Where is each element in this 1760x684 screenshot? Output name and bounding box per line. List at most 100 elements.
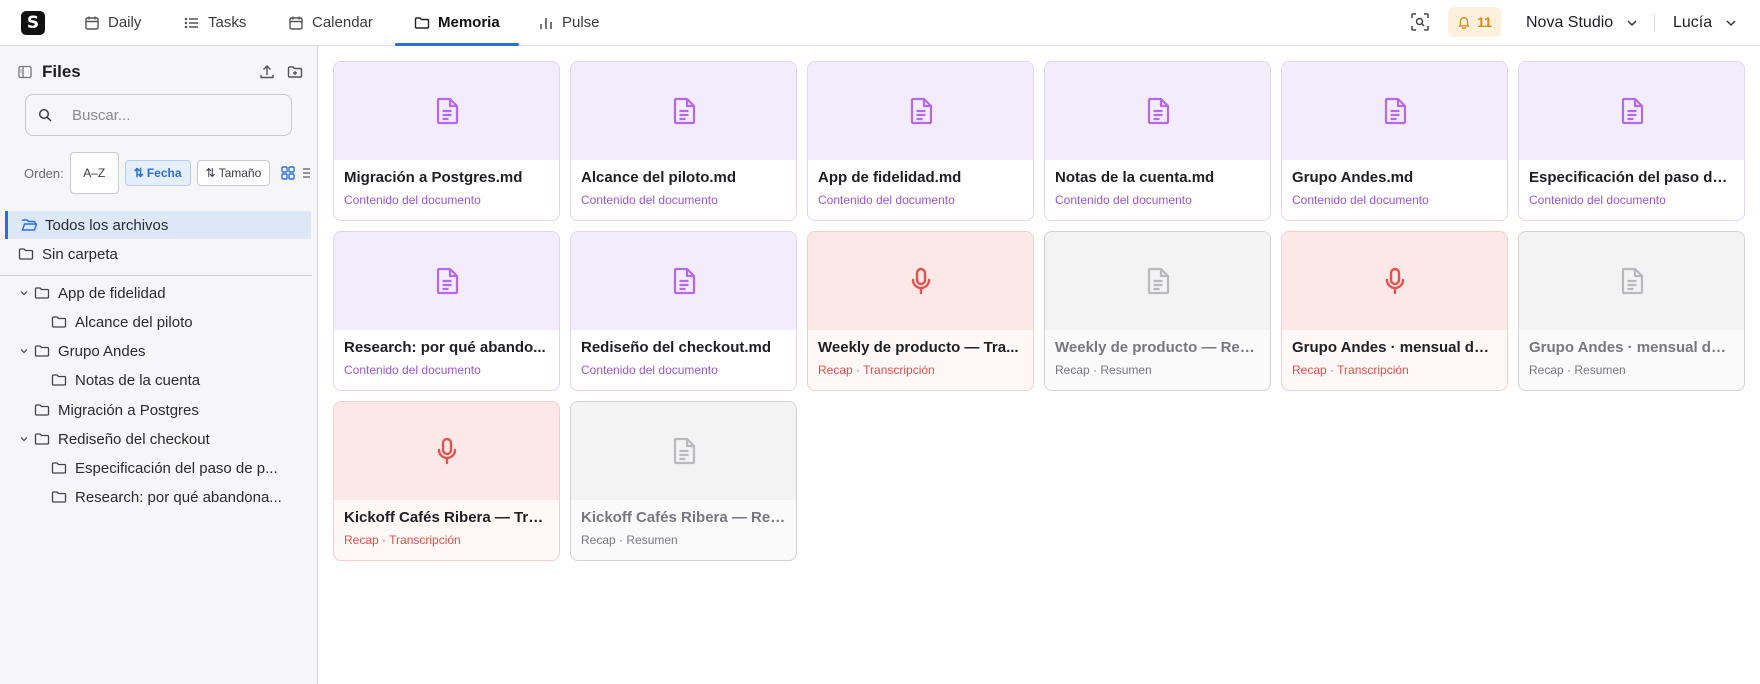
tree-item-research[interactable]: Research: por qué abandona... <box>51 483 282 511</box>
folder-icon <box>414 16 430 29</box>
file-meta: Contenido del documento <box>1292 193 1429 207</box>
tab-pulse[interactable]: Pulse <box>538 0 600 45</box>
calendar-icon <box>289 16 303 30</box>
search-input[interactable] <box>72 95 282 135</box>
tree-item-no-folder[interactable]: Sin carpeta <box>18 240 118 268</box>
file-name: Grupo Andes.md <box>1292 169 1414 186</box>
file-name: Kickoff Cafés Ribera — Tra... <box>344 509 549 526</box>
tree-item-label: Notas de la cuenta <box>75 371 201 389</box>
tree-item-app-fidelidad[interactable]: App de fidelidad <box>20 279 166 307</box>
document-icon <box>436 267 458 295</box>
file-meta: Recap · Transcripción <box>1292 363 1409 377</box>
sort-az-button[interactable]: A–Z <box>69 152 119 194</box>
list-view-icon[interactable] <box>302 166 311 180</box>
new-folder-icon[interactable] <box>287 64 303 80</box>
file-meta: Recap · Transcripción <box>818 363 935 377</box>
file-card[interactable]: Notas de la cuenta.md Contenido del docum… <box>1044 61 1271 221</box>
tree-item-notas-cuenta[interactable]: Notas de la cuenta <box>51 366 200 394</box>
file-card[interactable]: Rediseño del checkout.md Contenido del do… <box>570 231 797 391</box>
tree-item-rediseno-checkout[interactable]: Rediseño del checkout <box>20 425 210 453</box>
file-meta: Contenido del documento <box>1055 193 1192 207</box>
document-icon <box>1147 97 1169 125</box>
file-card[interactable]: Alcance del piloto.md Contenido del docum… <box>570 61 797 221</box>
file-card[interactable]: Research: por qué abando... Contenido del… <box>333 231 560 391</box>
grid-view-icon[interactable] <box>280 165 296 181</box>
file-card[interactable]: Grupo Andes.md Contenido del documento <box>1281 61 1508 221</box>
notifications-button[interactable]: 11 <box>1448 7 1501 37</box>
document-icon <box>673 97 695 125</box>
folder-icon <box>34 345 50 357</box>
folder-icon <box>18 248 34 260</box>
upload-icon[interactable] <box>259 64 275 80</box>
tree-item-grupo-andes[interactable]: Grupo Andes <box>20 337 146 365</box>
folder-icon <box>51 374 67 386</box>
top-bar: S Daily Tasks Calendar Memoria Pulse 11 … <box>0 0 1760 46</box>
document-icon <box>1384 97 1406 125</box>
file-name: App de fidelidad.md <box>818 169 962 186</box>
tab-label: Pulse <box>562 14 600 31</box>
divider <box>1654 14 1655 32</box>
tree-item-label: Alcance del piloto <box>75 313 193 331</box>
file-thumbnail <box>1045 232 1270 330</box>
sort-az-label: A–Z <box>83 165 106 180</box>
file-card[interactable]: Grupo Andes · mensual de ... Recap · Resu… <box>1518 231 1745 391</box>
sidebar-toggle-icon[interactable] <box>18 65 32 79</box>
scan-icon[interactable] <box>1410 12 1430 32</box>
sort-size-button[interactable]: ⇅ Tamaño <box>196 160 271 186</box>
tab-memoria[interactable]: Memoria <box>395 0 519 46</box>
microphone-icon <box>437 437 456 465</box>
file-card[interactable]: Weekly de producto — Tra... Recap · Trans… <box>807 231 1034 391</box>
tree-item-label: Todos los archivos <box>45 216 169 234</box>
file-thumbnail <box>334 62 559 160</box>
tab-daily[interactable]: Daily <box>84 0 141 45</box>
document-icon <box>673 437 695 465</box>
file-card[interactable]: Migración a Postgres.md Contenido del doc… <box>333 61 560 221</box>
chevron-down-icon[interactable] <box>19 288 29 298</box>
file-thumbnail <box>334 402 559 500</box>
document-icon <box>1621 97 1643 125</box>
file-card[interactable]: Especificación del paso de ... Contenido … <box>1518 61 1745 221</box>
tree-item-all-files[interactable]: Todos los archivos <box>5 211 311 239</box>
tree-item-alcance-piloto[interactable]: Alcance del piloto <box>51 308 193 336</box>
file-thumbnail <box>1519 62 1744 160</box>
chevron-down-icon[interactable] <box>19 346 29 356</box>
file-card[interactable]: Kickoff Cafés Ribera — Res... Recap · Res… <box>570 401 797 561</box>
folder-icon <box>51 491 67 503</box>
file-meta: Contenido del documento <box>344 193 481 207</box>
search-box <box>25 94 292 136</box>
tab-tasks[interactable]: Tasks <box>184 0 246 45</box>
tree-item-especificacion[interactable]: Especificación del paso de p... <box>51 454 278 482</box>
file-thumbnail <box>334 232 559 330</box>
folder-icon <box>34 287 50 299</box>
bell-icon <box>1458 16 1470 29</box>
document-icon <box>436 97 458 125</box>
file-name: Rediseño del checkout.md <box>581 339 772 356</box>
calendar-day-icon <box>85 16 99 30</box>
file-meta: Contenido del documento <box>344 363 481 377</box>
file-meta: Contenido del documento <box>1529 193 1666 207</box>
file-card[interactable]: Weekly de producto — Res... Recap · Resum… <box>1044 231 1271 391</box>
chevron-down-icon[interactable] <box>19 434 29 444</box>
user-menu[interactable]: Lucía <box>1673 0 1738 45</box>
sort-date-button[interactable]: ⇅ Fecha <box>124 160 191 186</box>
app-logo[interactable]: S <box>21 11 45 35</box>
file-meta: Recap · Transcripción <box>344 533 461 547</box>
file-meta: Contenido del documento <box>581 193 718 207</box>
file-meta: Recap · Resumen <box>1055 363 1152 377</box>
file-name: Kickoff Cafés Ribera — Res... <box>581 509 786 526</box>
file-meta: Recap · Resumen <box>581 533 678 547</box>
tree-item-migracion-postgres[interactable]: Migración a Postgres <box>34 396 199 424</box>
file-card[interactable]: Kickoff Cafés Ribera — Tra... Recap · Tra… <box>333 401 560 561</box>
folder-icon <box>51 316 67 328</box>
sidebar-title: Files <box>42 62 81 81</box>
document-icon <box>910 97 932 125</box>
tab-label: Memoria <box>438 14 500 31</box>
tree-item-label: Grupo Andes <box>58 342 146 360</box>
document-icon <box>1621 267 1643 295</box>
sort-size-label: Tamaño <box>218 166 262 180</box>
tab-calendar[interactable]: Calendar <box>288 0 373 45</box>
workspace-select[interactable]: Nova Studio <box>1526 0 1639 45</box>
file-card[interactable]: App de fidelidad.md Contenido del documen… <box>807 61 1034 221</box>
file-name: Migración a Postgres.md <box>344 169 523 186</box>
file-card[interactable]: Grupo Andes · mensual de ... Recap · Tran… <box>1281 231 1508 391</box>
